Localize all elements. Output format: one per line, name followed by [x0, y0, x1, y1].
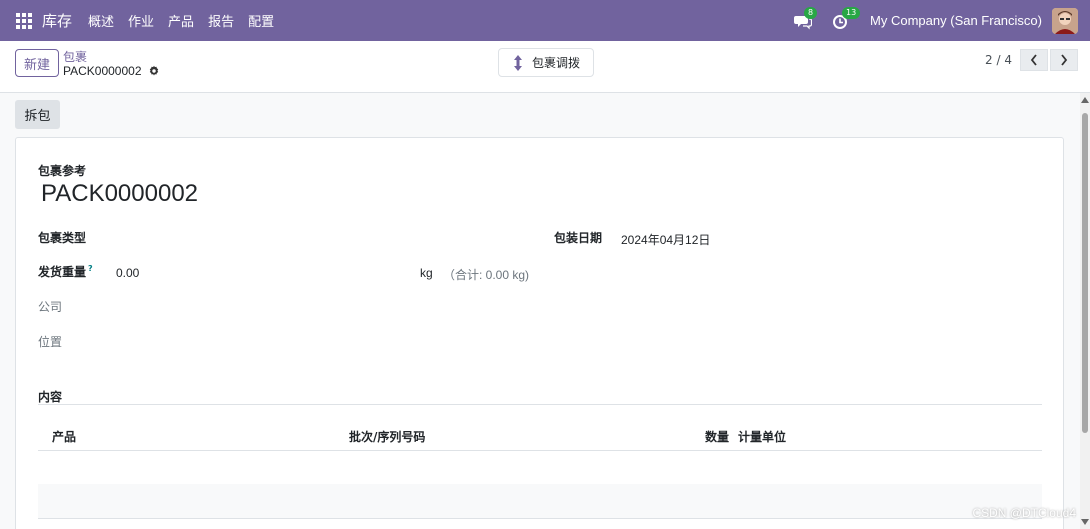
chevron-left-icon: [1030, 54, 1037, 66]
new-button[interactable]: 新建: [15, 49, 59, 77]
watermark: CSDN @DTCloud4: [972, 506, 1076, 520]
form-sheet: 包裹参考 PACK0000002 包裹类型 包装日期 2024年04月12日 发…: [15, 137, 1064, 529]
table-header-divider: [38, 450, 1042, 451]
package-transfers-button[interactable]: 包裹调拨: [498, 48, 594, 77]
column-header-lot-serial[interactable]: 批次/序列号码: [349, 428, 425, 445]
pack-date-field[interactable]: 2024年04月12日: [621, 231, 710, 248]
menu-item-overview[interactable]: 概述: [88, 11, 114, 30]
shipping-weight-label-text: 发货重量: [38, 265, 87, 279]
record-name: PACK0000002: [63, 64, 142, 78]
chevron-right-icon: [1061, 54, 1068, 66]
gear-icon[interactable]: [148, 65, 160, 77]
messages-count-badge: 8: [804, 6, 818, 19]
package-reference-label: 包裹参考: [38, 164, 87, 178]
menu-item-configuration[interactable]: 配置: [248, 11, 274, 30]
systray: 8 13 My Company (San Francisco): [794, 0, 1078, 41]
scrollbar-thumb[interactable]: [1082, 113, 1088, 433]
pager: 2 / 4: [985, 49, 1078, 71]
messages-button[interactable]: 8: [794, 6, 818, 31]
top-navbar: 库存 概述 作业 产品 报告 配置 8 13 My Company (San F…: [0, 0, 1090, 41]
content-section-title: 内容: [38, 390, 63, 404]
company-label: 公司: [38, 300, 63, 314]
table-row: [38, 484, 1042, 518]
breadcrumb-current-record: PACK0000002: [63, 64, 160, 78]
pager-previous-button[interactable]: [1020, 49, 1048, 71]
main-menu: 概述 作业 产品 报告 配置: [88, 11, 288, 30]
pager-next-button[interactable]: [1050, 49, 1078, 71]
shipping-weight-label: 发货重量?: [38, 263, 93, 280]
table-row-divider: [38, 518, 1042, 519]
package-reference-field[interactable]: PACK0000002: [41, 180, 198, 208]
menu-item-products[interactable]: 产品: [168, 11, 194, 30]
menu-item-operations[interactable]: 作业: [128, 11, 154, 30]
user-avatar-icon: [1052, 7, 1078, 34]
pager-value[interactable]: 2 / 4: [985, 53, 1012, 67]
apps-grid-icon[interactable]: [16, 12, 32, 29]
breadcrumb-packages-link[interactable]: 包裹: [63, 48, 87, 65]
unpack-button[interactable]: 拆包: [15, 100, 60, 129]
app-name[interactable]: 库存: [42, 10, 72, 31]
weight-total: （合计: 0.00 kg): [443, 268, 530, 282]
location-label: 位置: [38, 335, 63, 349]
package-type-label: 包裹类型: [38, 231, 87, 245]
column-header-quantity[interactable]: 数量: [705, 428, 729, 445]
pack-date-label: 包装日期: [554, 231, 603, 245]
shipping-weight-field[interactable]: 0.00: [116, 266, 139, 280]
up-down-arrow-icon: [513, 54, 522, 71]
user-avatar[interactable]: [1052, 7, 1078, 34]
activities-button[interactable]: 13: [832, 6, 861, 31]
package-transfers-label: 包裹调拨: [531, 56, 580, 70]
company-switcher[interactable]: My Company (San Francisco): [870, 13, 1042, 28]
content-divider: [38, 404, 1042, 405]
shipping-weight-help-icon[interactable]: ?: [88, 264, 93, 273]
vertical-scrollbar[interactable]: [1080, 93, 1090, 529]
weight-unit: kg: [420, 266, 433, 280]
scroll-up-arrow-icon[interactable]: [1081, 97, 1089, 103]
activities-count-badge: 13: [842, 6, 861, 19]
scroll-down-arrow-icon[interactable]: [1081, 519, 1089, 525]
column-header-uom[interactable]: 计量单位: [738, 428, 786, 445]
column-header-product[interactable]: 产品: [52, 428, 76, 445]
control-panel: 新建 包裹 PACK0000002 包裹调拨 2 / 4: [0, 41, 1090, 93]
menu-item-reporting[interactable]: 报告: [208, 11, 234, 30]
